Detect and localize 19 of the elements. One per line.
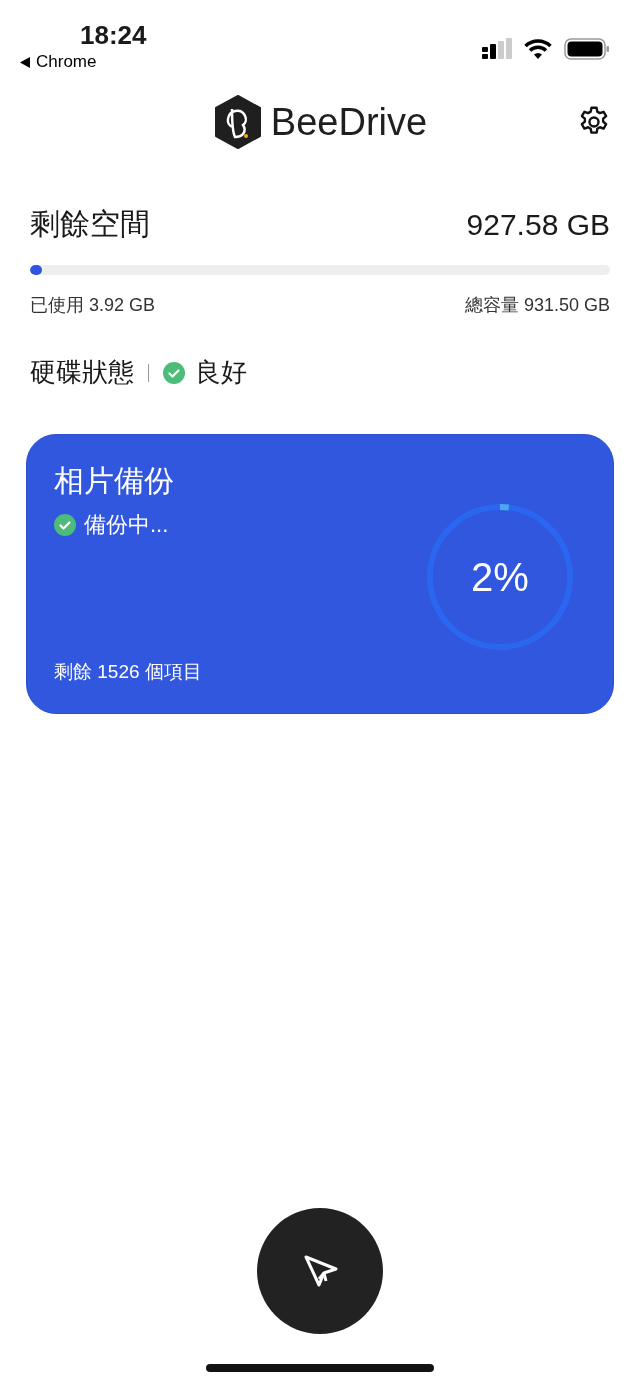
logo-icon [212, 95, 263, 149]
disk-status-value: 良好 [195, 356, 247, 389]
back-triangle-icon [20, 56, 30, 68]
backup-title: 相片備份 [54, 463, 175, 499]
back-link[interactable]: Chrome [36, 52, 97, 72]
app-title: BeeDrive [270, 100, 428, 144]
free-space-value: 927.58 GB [466, 207, 610, 242]
remaining-items: 剩餘 1526 個項目 [54, 660, 202, 684]
battery-icon [564, 38, 610, 60]
used-space-label: 已使用 3.92 GB [30, 294, 156, 317]
backup-status: 備份中... [84, 511, 169, 539]
disk-status-label: 硬碟狀態 [30, 356, 134, 389]
storage-title: 剩餘空間 [30, 206, 150, 242]
total-capacity-label: 總容量 931.50 GB [464, 294, 610, 317]
photo-backup-card[interactable]: 相片備份 備份中... 剩餘 1526 個項目 2% [26, 434, 614, 714]
backup-percent: 2% [471, 554, 529, 600]
wifi-icon [524, 39, 552, 59]
status-time: 18:24 [80, 20, 147, 50]
signal-icon [482, 38, 512, 60]
